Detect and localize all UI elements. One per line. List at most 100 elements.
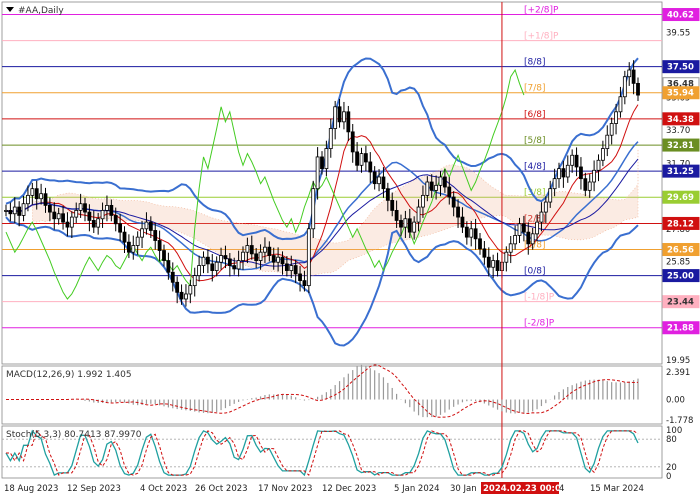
candle-body xyxy=(359,153,364,166)
candle-body xyxy=(83,203,87,213)
candle-body xyxy=(91,220,96,228)
time-tick: 4 xyxy=(559,484,564,494)
candle-body xyxy=(385,188,390,201)
candle-body xyxy=(87,211,92,221)
candle-body xyxy=(513,235,518,245)
candle-body xyxy=(478,238,482,250)
candle-body xyxy=(4,210,8,212)
candle-body xyxy=(368,161,373,173)
candle-body xyxy=(131,245,136,253)
cursor-time-label: 2024.02.23 00:00 xyxy=(483,484,567,494)
candle-body xyxy=(30,188,35,196)
candle-body xyxy=(565,164,570,178)
candle-body xyxy=(517,223,522,236)
candle-body xyxy=(622,76,627,98)
candle-body xyxy=(201,256,206,266)
macd-tick: 0.00 xyxy=(666,396,685,406)
candle-body xyxy=(241,251,245,261)
candle-body xyxy=(346,111,351,133)
candle-body xyxy=(535,221,539,235)
price-badge-label: 34.38 xyxy=(667,115,694,125)
price-tick: 19.95 xyxy=(666,356,690,366)
candle-body xyxy=(315,156,320,190)
candle-body xyxy=(254,253,259,261)
candle-body xyxy=(421,194,425,208)
candle-body xyxy=(412,221,417,233)
candle-body xyxy=(39,193,44,200)
candle-body xyxy=(210,263,215,271)
candle-body xyxy=(508,243,513,253)
candle-body xyxy=(289,265,294,271)
time-tick: 4 Oct 2023 xyxy=(140,484,187,494)
candle-body xyxy=(482,248,487,258)
candle-body xyxy=(473,228,478,240)
candle-body xyxy=(574,154,579,168)
candle-body xyxy=(280,256,285,265)
price-badge-label: 37.50 xyxy=(667,63,694,73)
candle-body xyxy=(526,231,531,245)
chart-canvas[interactable]: [+2/8]P [+1/8]P [8/8] [7/8] [6/8] [5/8] [4/8] [… xyxy=(0,0,700,500)
candle-body xyxy=(232,265,237,270)
candle-body xyxy=(43,193,48,206)
candle-body xyxy=(363,153,368,163)
candle-body xyxy=(425,181,430,196)
candle-body xyxy=(552,178,557,190)
candle-body xyxy=(148,221,153,231)
candle-body xyxy=(12,206,17,215)
candle-body xyxy=(8,210,13,215)
candle-body xyxy=(113,215,118,225)
price-badge-label: 21.88 xyxy=(667,324,694,334)
time-axis: 18 Aug 2023 12 Sep 2023 4 Oct 2023 26 Oct 2… xyxy=(4,482,644,494)
candle-body xyxy=(135,236,140,246)
candle-body xyxy=(47,204,52,213)
collapse-triangle-icon[interactable] xyxy=(6,7,14,12)
candle-body xyxy=(26,194,30,205)
time-tick: 12 Dec 2023 xyxy=(322,484,376,494)
murrey-label: [-1/8]P xyxy=(524,293,555,303)
candle-body xyxy=(324,148,329,170)
candle-body xyxy=(126,241,131,253)
candle-body xyxy=(166,260,171,273)
candle-body xyxy=(407,218,412,233)
candle-body xyxy=(78,203,83,211)
candle-body xyxy=(587,181,592,191)
candle-body xyxy=(267,246,272,256)
candle-body xyxy=(17,206,22,216)
time-tick: 5 Jan 2024 xyxy=(394,484,440,494)
candle-body xyxy=(276,256,281,263)
candle-body xyxy=(245,245,250,253)
candle-body xyxy=(153,230,158,241)
candle-body xyxy=(579,166,583,180)
candle-body xyxy=(100,210,105,220)
murrey-label: [5/8] xyxy=(524,136,546,146)
candle-body xyxy=(188,285,193,295)
candle-body xyxy=(592,169,597,183)
candle-body xyxy=(140,228,144,238)
price-badge-label: 23.44 xyxy=(667,298,694,308)
candle-body xyxy=(451,196,456,208)
candle-body xyxy=(69,216,74,228)
candle-body xyxy=(557,168,561,180)
candle-body xyxy=(390,199,395,211)
candle-body xyxy=(109,204,114,216)
candle-body xyxy=(548,188,553,203)
chart-window: [+2/8]P [+1/8]P [8/8] [7/8] [6/8] [5/8] [4/8] [… xyxy=(0,0,700,500)
candle-body xyxy=(306,228,311,287)
time-tick: 12 Sep 2023 xyxy=(67,484,121,494)
candle-body xyxy=(320,156,324,170)
price-badge-label: 40.62 xyxy=(667,11,694,21)
candle-body xyxy=(486,256,491,268)
candle-body xyxy=(442,176,447,188)
price-badge-label: 28.12 xyxy=(667,219,694,229)
candle-body xyxy=(337,106,342,123)
candle-body xyxy=(162,250,166,261)
macd-title: MACD(12,26,9) 1.992 1.405 xyxy=(6,370,132,380)
candle-body xyxy=(429,181,434,191)
candle-body xyxy=(263,246,267,253)
candle-body xyxy=(284,263,289,271)
murrey-label: [4/8] xyxy=(524,162,546,172)
candle-body xyxy=(205,256,210,265)
price-badge-label: 26.56 xyxy=(667,246,694,256)
price-badge-label: 25.00 xyxy=(667,272,694,282)
candle-body xyxy=(618,96,623,113)
